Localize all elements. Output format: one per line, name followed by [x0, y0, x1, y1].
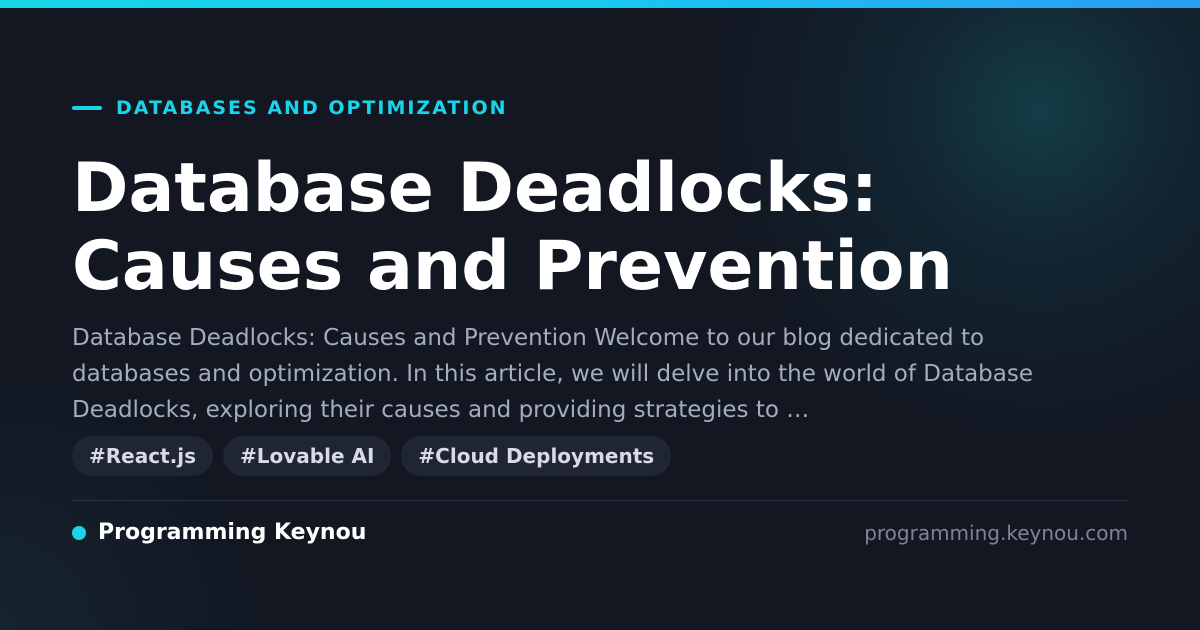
tag-list: #React.js #Lovable AI #Cloud Deployments — [72, 436, 672, 476]
site-domain: programming.keynou.com — [864, 521, 1128, 545]
tag-react-js[interactable]: #React.js — [72, 436, 213, 476]
brand-dot-icon — [72, 526, 86, 540]
article-title: Database Deadlocks: Causes and Preventio… — [72, 149, 953, 306]
tag-cloud-deployments[interactable]: #Cloud Deployments — [401, 436, 672, 476]
brand: Programming Keynou — [72, 518, 366, 548]
footer-divider — [72, 500, 1129, 501]
accent-top-bar — [0, 0, 1200, 8]
brand-name: Programming Keynou — [98, 520, 367, 545]
category-accent-line — [72, 106, 102, 110]
category-text: DATABASES AND OPTIMIZATION — [116, 97, 508, 119]
tag-lovable-ai[interactable]: #Lovable AI — [223, 436, 392, 476]
category-label: DATABASES AND OPTIMIZATION — [72, 96, 508, 120]
article-excerpt: Database Deadlocks: Causes and Preventio… — [72, 325, 1034, 423]
